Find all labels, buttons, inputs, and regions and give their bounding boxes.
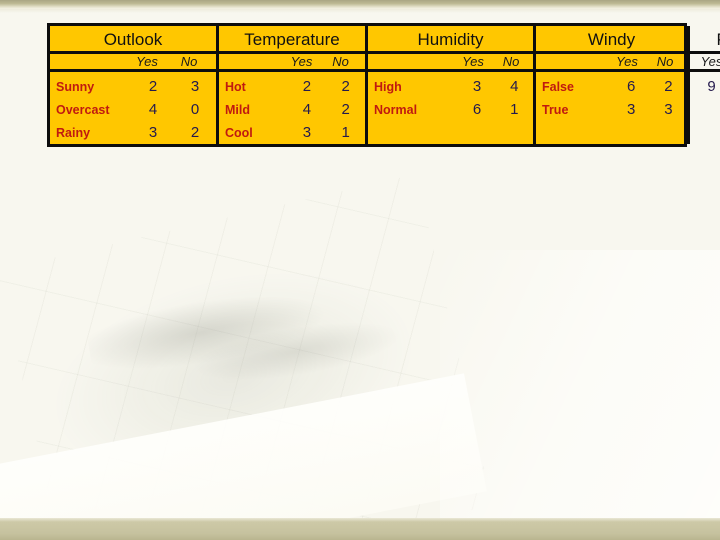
summary-group-temperature: Temperature Yes No Hot 2 2 Mild 4 2 Cool… [219, 26, 368, 144]
subheader-yes: Yes [290, 54, 313, 69]
table-row: Normal 6 1 [368, 98, 533, 121]
subheader-no: No [502, 54, 520, 69]
subheader-yes: Yes [462, 54, 484, 69]
group-body-play: 9 5 [690, 72, 720, 144]
count-no: 2 [341, 101, 350, 118]
count-yes: 2 [148, 78, 158, 95]
group-subheader-play: Yes No [690, 54, 720, 72]
table-row: Cool 3 1 [219, 121, 365, 144]
row-label: Normal [374, 102, 418, 117]
summary-group-outlook: Outlook Yes No Sunny 2 3 Overcast 4 0 Ra… [50, 26, 219, 144]
count-no: 2 [664, 78, 673, 95]
table-row: High 3 4 [368, 75, 533, 98]
row-label: Overcast [56, 102, 110, 117]
row-label: Sunny [56, 79, 95, 94]
count-yes: 3 [148, 124, 158, 141]
count-no: 0 [190, 101, 200, 118]
table-row [368, 121, 533, 144]
table-row: Rainy 3 2 [50, 121, 216, 144]
count-no: 2 [341, 78, 350, 95]
table-row: Mild 4 2 [219, 98, 365, 121]
count-yes: 3 [302, 124, 312, 141]
group-title-humidity: Humidity [368, 26, 533, 54]
count-yes: 6 [626, 78, 636, 95]
group-title-temperature: Temperature [219, 26, 365, 54]
subheader-yes: Yes [136, 54, 158, 69]
group-body-humidity: High 3 4 Normal 6 1 [368, 72, 533, 144]
table-row [536, 121, 687, 144]
count-no: 1 [510, 101, 519, 118]
group-title-play: Play [690, 26, 720, 54]
group-subheader-temperature: Yes No [219, 54, 365, 72]
table-row: Sunny 2 3 [50, 75, 216, 98]
group-subheader-windy: Yes No [536, 54, 687, 72]
count-no: 4 [510, 78, 519, 95]
table-row: Overcast 4 0 [50, 98, 216, 121]
group-subheader-humidity: Yes No [368, 54, 533, 72]
group-body-windy: False 6 2 True 3 3 [536, 72, 687, 144]
summary-group-windy: Windy Yes No False 6 2 True 3 3 [536, 26, 690, 144]
count-no: 2 [190, 124, 200, 141]
group-subheader-outlook: Yes No [50, 54, 216, 72]
table-row [690, 98, 720, 121]
row-label: Hot [225, 79, 246, 94]
group-body-temperature: Hot 2 2 Mild 4 2 Cool 3 1 [219, 72, 365, 144]
table-row: Hot 2 2 [219, 75, 365, 98]
top-accent-band [0, 0, 720, 9]
row-label: False [542, 79, 574, 94]
row-label: Mild [225, 102, 250, 117]
summary-group-humidity: Humidity Yes No High 3 4 Normal 6 1 [368, 26, 536, 144]
count-yes: 6 [472, 101, 482, 118]
subheader-no: No [656, 54, 674, 69]
subheader-no: No [180, 54, 198, 69]
table-row: 9 5 [690, 75, 720, 98]
table-row: True 3 3 [536, 98, 687, 121]
count-no: 3 [664, 101, 673, 118]
count-yes: 3 [472, 78, 482, 95]
subheader-yes: Yes [616, 54, 638, 69]
table-row [690, 121, 720, 144]
count-yes: 2 [302, 78, 312, 95]
count-yes: 4 [302, 101, 312, 118]
subheader-yes: Yes [700, 54, 720, 69]
summary-group-play: Play Yes No 9 5 [690, 26, 720, 144]
subheader-no: No [332, 54, 349, 69]
count-no: 1 [341, 124, 350, 141]
count-yes: 4 [148, 101, 158, 118]
top-accent-band-2 [0, 9, 720, 13]
group-body-outlook: Sunny 2 3 Overcast 4 0 Rainy 3 2 [50, 72, 216, 144]
group-title-windy: Windy [536, 26, 687, 54]
count-yes: 3 [626, 101, 636, 118]
bottom-accent-band [0, 518, 720, 540]
summary-counts-table: Outlook Yes No Sunny 2 3 Overcast 4 0 Ra… [47, 23, 720, 147]
row-label: High [374, 79, 402, 94]
row-label: True [542, 102, 569, 117]
count-yes: 9 [707, 78, 716, 95]
row-label: Rainy [56, 125, 91, 140]
table-row: False 6 2 [536, 75, 687, 98]
group-title-outlook: Outlook [50, 26, 216, 54]
count-no: 3 [190, 78, 200, 95]
row-label: Cool [225, 125, 253, 140]
background-paper-sheet-right [440, 250, 720, 540]
